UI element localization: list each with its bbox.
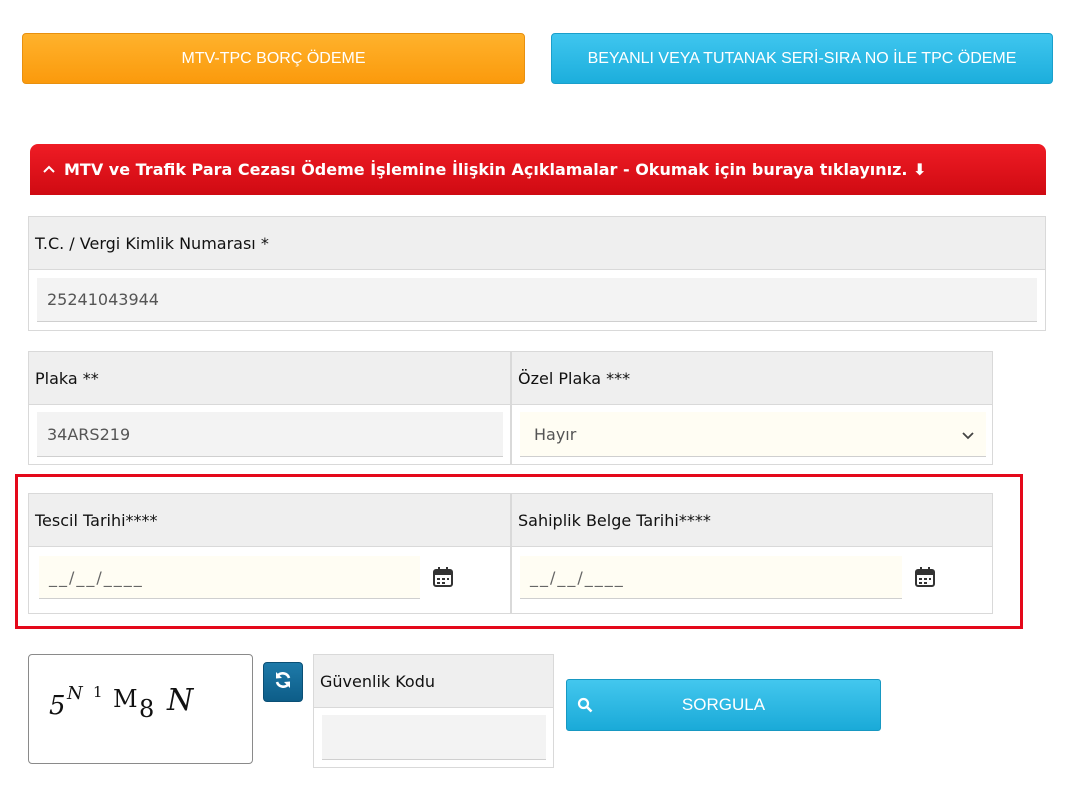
- sahiplik-belge-tarihi-input[interactable]: __/__/____: [520, 556, 902, 599]
- ozel-plaka-panel: Özel Plaka *** Hayır: [511, 351, 993, 465]
- plaka-panel: Plaka **: [28, 351, 511, 465]
- mtv-tpc-borc-odeme-label: MTV-TPC BORÇ ÖDEME: [181, 49, 366, 67]
- sorgula-label: SORGULA: [681, 695, 766, 714]
- info-accordion-header[interactable]: MTV ve Trafik Para Cezası Ödeme İşlemine…: [30, 144, 1046, 195]
- tc-vergi-input[interactable]: [37, 278, 1037, 322]
- ozel-plaka-select[interactable]: Hayır: [520, 412, 986, 457]
- tescil-tarihi-placeholder: __/__/____: [49, 567, 144, 587]
- calendar-icon[interactable]: [432, 566, 454, 588]
- sahiplik-belge-tarihi-placeholder: __/__/____: [530, 567, 625, 587]
- beyanli-tutanak-odeme-button[interactable]: BEYANLI VEYA TUTANAK SERİ-SIRA NO İLE TP…: [551, 33, 1053, 84]
- captcha-char: 8: [139, 695, 155, 723]
- tescil-tarihi-label: Tescil Tarihi****: [29, 494, 510, 547]
- guvenlik-kodu-label: Güvenlik Kodu: [314, 655, 553, 708]
- sorgula-button[interactable]: SORGULA: [566, 679, 881, 731]
- guvenlik-kodu-input[interactable]: [322, 715, 546, 760]
- captcha-char: 1: [93, 683, 103, 701]
- refresh-captcha-button[interactable]: [263, 662, 303, 702]
- captcha-image: 5 N 1 M 8 N: [28, 654, 253, 764]
- tc-vergi-label: T.C. / Vergi Kimlik Numarası *: [29, 217, 1045, 270]
- tescil-tarihi-panel: Tescil Tarihi**** __/__/____: [28, 493, 511, 614]
- ozel-plaka-label: Özel Plaka ***: [512, 352, 992, 405]
- plaka-label: Plaka **: [29, 352, 510, 405]
- beyanli-tutanak-odeme-label: BEYANLI VEYA TUTANAK SERİ-SIRA NO İLE TP…: [587, 49, 1017, 67]
- calendar-icon[interactable]: [914, 566, 936, 588]
- plaka-input[interactable]: [37, 412, 503, 457]
- refresh-icon: [273, 670, 293, 694]
- info-accordion-text: MTV ve Trafik Para Cezası Ödeme İşlemine…: [64, 160, 927, 179]
- guvenlik-kodu-panel: Güvenlik Kodu: [313, 654, 554, 768]
- captcha-char: N: [167, 683, 194, 718]
- captcha-char: M: [113, 685, 138, 713]
- search-icon: [567, 680, 603, 730]
- sahiplik-belge-tarihi-panel: Sahiplik Belge Tarihi**** __/__/____: [511, 493, 993, 614]
- chevron-up-icon: [42, 162, 64, 178]
- chevron-down-icon: [962, 425, 974, 444]
- mtv-tpc-borc-odeme-button[interactable]: MTV-TPC BORÇ ÖDEME: [22, 33, 525, 84]
- captcha-char: N: [67, 683, 83, 704]
- tc-vergi-panel: T.C. / Vergi Kimlik Numarası *: [28, 216, 1046, 331]
- sahiplik-belge-tarihi-label: Sahiplik Belge Tarihi****: [512, 494, 992, 547]
- tescil-tarihi-input[interactable]: __/__/____: [39, 556, 420, 599]
- captcha-char: 5: [49, 691, 66, 721]
- ozel-plaka-selected: Hayır: [534, 424, 577, 444]
